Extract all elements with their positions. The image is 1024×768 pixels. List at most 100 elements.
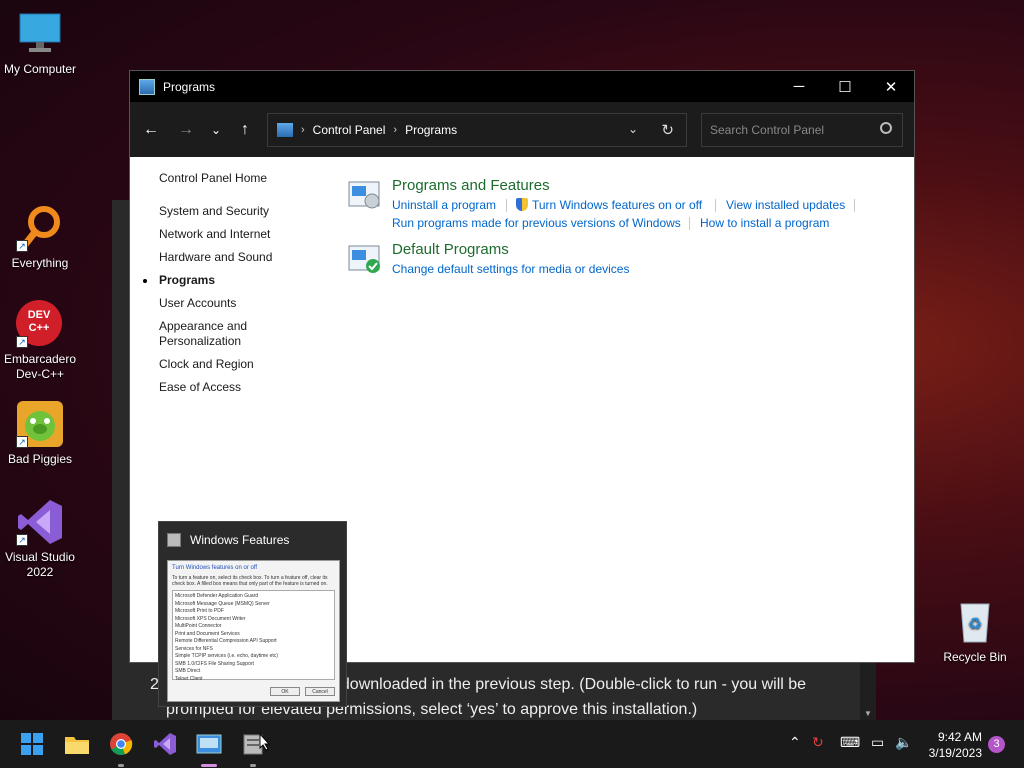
link-uninstall-program[interactable]: Uninstall a program (392, 198, 496, 212)
nav-system-security[interactable]: System and Security (159, 204, 319, 219)
close-button[interactable]: ✕ (868, 71, 914, 102)
preview-row: Microsoft Message Queue (MSMQ) Server (175, 600, 270, 607)
desktop-icon-everything[interactable]: ↗ Everything (0, 204, 80, 271)
forward-button[interactable]: → (173, 117, 199, 143)
taskbar-thumbnail-windows-features[interactable]: Windows Features Turn Windows features o… (158, 521, 347, 707)
preview-row: Microsoft XPS Document Writer (175, 615, 246, 622)
maximize-button[interactable]: ☐ (822, 71, 868, 102)
preview-row: SMB Direct (175, 668, 201, 674)
keyboard-icon[interactable]: ⌨ (840, 734, 860, 751)
breadcrumb-programs[interactable]: Programs (405, 123, 457, 137)
chevron-right-icon: › (301, 124, 305, 136)
bg-line1-tail: downloaded in the previous step. (Double… (340, 676, 807, 693)
search-icon[interactable] (880, 122, 892, 134)
thumbnail-title: Windows Features (190, 533, 290, 547)
file-explorer-icon[interactable] (63, 730, 91, 758)
desktop-icon-label: Bad Piggies (7, 452, 73, 466)
minimize-button[interactable]: ─ (776, 71, 822, 102)
desktop-icon-label: Embarcadero Dev-C++ (3, 352, 77, 381)
desktop-icon-visual-studio[interactable]: ↗ Visual Studio 2022 (0, 498, 80, 580)
preview-row: Telnet Client (175, 675, 203, 682)
preview-row: MultiPoint Connector (175, 623, 222, 629)
preview-row: Microsoft Defender Application Guard (175, 593, 259, 599)
nav-programs-label: Programs (159, 273, 216, 287)
recycle-bin-icon: ♻ (951, 598, 999, 646)
desktop-icon-recycle-bin[interactable]: ♻ Recycle Bin (935, 598, 1015, 665)
nav-programs[interactable]: Programs (143, 273, 319, 288)
magnifier-icon: ↗ (16, 204, 64, 252)
desktop-icon-devcpp[interactable]: DEV C++ ↗ Embarcadero Dev-C++ (0, 300, 80, 382)
search-placeholder: Search Control Panel (710, 123, 825, 137)
uac-shield-icon (516, 198, 528, 211)
pig-icon: ↗ (16, 400, 64, 448)
nav-clock-region[interactable]: Clock and Region (159, 357, 319, 372)
selected-bullet-icon (143, 279, 147, 283)
preview-row: Remote Differential Compression API Supp… (175, 638, 277, 644)
network-icon[interactable]: ▭ (871, 734, 884, 751)
navigation-bar: ← → ⌄ ↑ › Control Panel › Programs ⌄ ↻ S… (130, 102, 914, 157)
back-button[interactable]: ← (138, 117, 164, 143)
volume-icon[interactable]: 🔈 (895, 734, 912, 751)
preview-cancel-button: Cancel (305, 687, 335, 696)
devcpp-icon: DEV C++ ↗ (16, 300, 64, 348)
background-scrollbar[interactable]: ▼ (860, 662, 876, 720)
notification-badge[interactable]: 3 (988, 736, 1005, 753)
desktop-icon-label: Recycle Bin (943, 650, 1007, 664)
nav-control-panel-home[interactable]: Control Panel Home (159, 171, 319, 186)
chrome-icon[interactable] (107, 730, 135, 758)
thumbnail-preview: Turn Windows features on or off To turn … (167, 560, 340, 702)
visual-studio-icon: ↗ (16, 498, 64, 546)
clock-time: 9:42 AM (937, 730, 982, 744)
nav-ease-of-access[interactable]: Ease of Access (159, 380, 319, 395)
preview-row: SMB 1.0/CIFS File Sharing Support (175, 660, 254, 667)
desktop-icon-label: Visual Studio 2022 (5, 550, 75, 579)
nav-hardware-sound[interactable]: Hardware and Sound (159, 250, 319, 265)
up-button[interactable]: ↑ (232, 117, 258, 143)
title-bar[interactable]: Programs ─ ☐ ✕ (130, 71, 914, 102)
programs-features-icon (348, 179, 382, 209)
preview-row: Simple TCPIP services (i.e. echo, daytim… (175, 653, 278, 659)
taskbar: ⌃ ↻ ⌨ ▭ 🔈 9:42 AM 3/19/2023 3 (0, 720, 1024, 768)
left-navigation: Control Panel Home System and Security N… (143, 171, 319, 403)
windows-features-icon (167, 533, 181, 547)
link-turn-windows-features[interactable]: Turn Windows features on or off (516, 198, 702, 212)
preview-ok-button: OK (270, 687, 300, 696)
visual-studio-taskbar-icon[interactable] (151, 730, 179, 758)
nav-network-internet[interactable]: Network and Internet (159, 227, 319, 242)
preview-row: Print and Document Services (175, 630, 240, 637)
refresh-icon[interactable]: ↻ (661, 121, 674, 139)
chevron-down-icon[interactable]: ⌄ (628, 122, 638, 136)
address-bar[interactable]: › Control Panel › Programs ⌄ ↻ (267, 113, 687, 147)
clock[interactable]: 9:42 AM 3/19/2023 (929, 729, 982, 761)
desktop-icon-my-computer[interactable]: My Computer (0, 10, 80, 77)
clock-date: 3/19/2023 (928, 746, 982, 760)
preview-description: To turn a feature on, select its check b… (172, 575, 328, 587)
link-separator (715, 199, 716, 212)
control-panel-taskbar-icon[interactable] (195, 730, 223, 758)
preview-heading: Turn Windows features on or off (172, 565, 258, 571)
link-run-older-programs[interactable]: Run programs made for previous versions … (392, 216, 681, 230)
shortcut-arrow-icon: ↗ (16, 436, 28, 448)
link-turn-windows-features-label: Turn Windows features on or off (532, 198, 703, 212)
search-input[interactable]: Search Control Panel (701, 113, 903, 147)
shortcut-arrow-icon: ↗ (16, 336, 28, 348)
default-programs-title[interactable]: Default Programs (392, 241, 509, 258)
programs-features-title[interactable]: Programs and Features (392, 177, 550, 194)
chevron-right-icon: › (393, 124, 398, 136)
nav-user-accounts[interactable]: User Accounts (159, 296, 319, 311)
recent-locations-dropdown[interactable]: ⌄ (203, 117, 229, 143)
running-indicator (250, 764, 256, 767)
scroll-down-icon[interactable]: ▼ (864, 709, 872, 718)
desktop-icon-bad-piggies[interactable]: ↗ Bad Piggies (0, 400, 80, 467)
link-change-default-settings[interactable]: Change default settings for media or dev… (392, 262, 629, 276)
sync-icon[interactable]: ↻ (812, 734, 824, 751)
show-hidden-icons-chevron[interactable]: ⌃ (789, 734, 801, 751)
nav-appearance-personalization[interactable]: Appearance and Personalization (159, 319, 259, 349)
windows-start-icon[interactable] (18, 730, 46, 758)
link-how-to-install[interactable]: How to install a program (700, 216, 829, 230)
control-panel-icon (139, 78, 155, 95)
breadcrumb-control-panel[interactable]: Control Panel (313, 123, 386, 137)
link-view-installed-updates[interactable]: View installed updates (726, 198, 845, 212)
svg-text:♻: ♻ (968, 616, 982, 633)
desktop-icon-label: Everything (11, 256, 69, 270)
